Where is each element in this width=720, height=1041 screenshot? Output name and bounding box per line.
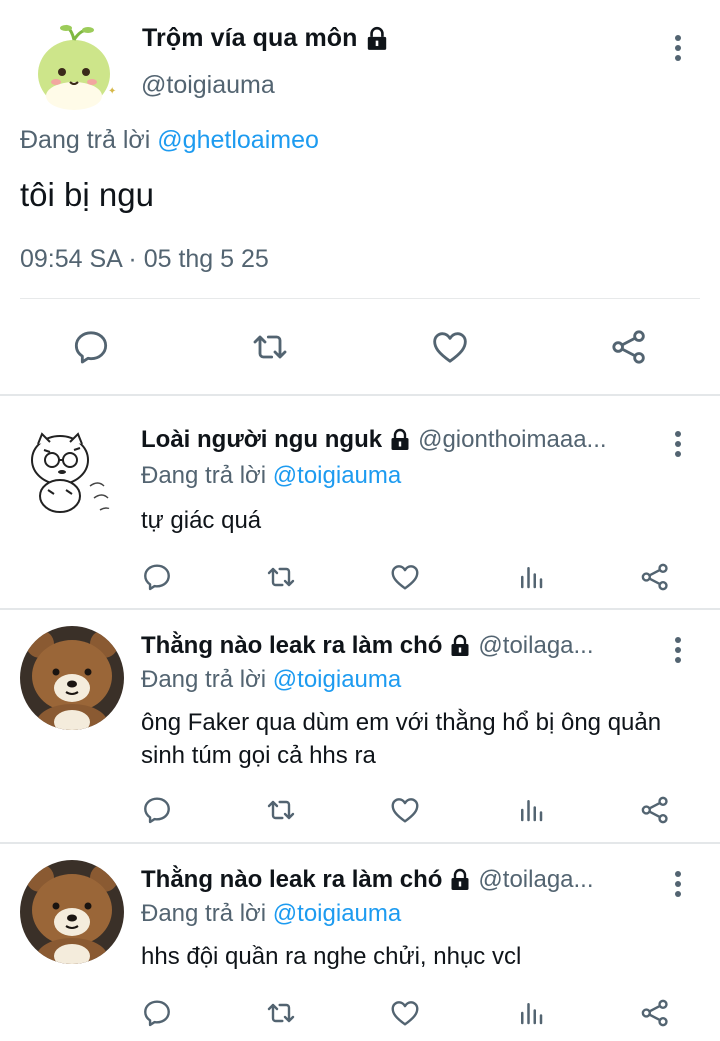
views-icon[interactable] [514,793,548,827]
tweet-text: tự giác quá [141,507,262,534]
author-row: Thằng nào leak ra làm chó @toilaga... [141,866,594,894]
share-icon[interactable] [638,560,672,594]
lock-icon [448,634,472,658]
like-icon[interactable] [388,560,422,594]
share-icon[interactable] [638,996,672,1030]
author-handle[interactable]: @toigiauma [141,71,275,100]
avatar[interactable] [20,860,124,964]
author-name[interactable]: Thằng nào leak ra làm chó [141,866,442,894]
author-handle[interactable]: @toilaga... [478,632,593,660]
replying-mention[interactable]: @toigiauma [273,462,401,489]
views-icon[interactable] [514,996,548,1030]
replying-to: Đang trả lời @toigiauma [141,666,401,694]
retweet-icon[interactable] [262,996,300,1030]
reply-icon[interactable] [140,996,174,1030]
more-options-icon[interactable] [663,864,693,904]
divider [20,298,700,299]
replying-prefix: Đang trả lời [141,462,267,489]
author-row: Thằng nào leak ra làm chó @toilaga... [141,632,594,660]
replying-prefix: Đang trả lời [141,900,267,927]
like-icon[interactable] [388,793,422,827]
author-handle[interactable]: @gionthoimaaa... [418,426,606,454]
replying-prefix: Đang trả lời [141,666,267,693]
like-icon[interactable] [388,996,422,1030]
reply-icon[interactable] [140,793,174,827]
tweet-timestamp: 09:54 SA · 05 thg 5 25 [20,245,269,273]
retweet-icon[interactable] [247,326,293,368]
avatar[interactable]: ✦ [22,16,126,120]
author-name[interactable]: Thằng nào leak ra làm chó [141,632,442,660]
replying-to: Đang trả lời @toigiauma [141,900,401,928]
author-name[interactable]: Loài người ngu nguk [141,426,382,454]
replying-prefix: Đang trả lời [20,126,151,154]
retweet-icon[interactable] [262,560,300,594]
replying-mention[interactable]: @ghetloaimeo [157,126,319,154]
replying-mention[interactable]: @toigiauma [273,900,401,927]
reply-icon[interactable] [70,326,112,368]
reply-tweet: Thằng nào leak ra làm chó @toilaga... Đa… [0,844,720,1041]
more-options-icon[interactable] [663,424,693,464]
author-row: Trộm vía qua môn [142,24,390,53]
tweet-text: tôi bị ngu [20,176,154,213]
replying-mention[interactable]: @toigiauma [273,666,401,693]
avatar[interactable] [20,420,124,524]
retweet-icon[interactable] [262,793,300,827]
author-handle[interactable]: @toilaga... [478,866,593,894]
reply-tweet: Thằng nào leak ra làm chó @toilaga... Đa… [0,610,720,842]
lock-icon [364,26,390,52]
replying-to: Đang trả lời @ghetloaimeo [20,126,319,155]
views-icon[interactable] [514,560,548,594]
tweet-text: ông Faker qua dùm em với thằng hổ bị ông… [141,709,662,769]
share-icon[interactable] [608,326,650,368]
more-options-icon[interactable] [663,28,693,68]
author-name[interactable]: Trộm vía qua môn [142,24,358,53]
author-row: Loài người ngu nguk @gionthoimaaa... [141,426,607,454]
replying-to: Đang trả lời @toigiauma [141,462,401,490]
main-tweet: ✦ Trộm vía qua môn @toigiauma Đang trả l… [0,0,720,395]
like-icon[interactable] [429,326,471,368]
tweet-text: hhs đội quần ra nghe chửi, nhục vcl [141,943,522,970]
reply-tweet: Loài người ngu nguk @gionthoimaaa... Đan… [0,396,720,608]
share-icon[interactable] [638,793,672,827]
lock-icon [448,868,472,892]
more-options-icon[interactable] [663,630,693,670]
svg-text:✦: ✦ [108,86,116,97]
reply-icon[interactable] [140,560,174,594]
avatar[interactable] [20,626,124,730]
lock-icon [388,428,412,452]
